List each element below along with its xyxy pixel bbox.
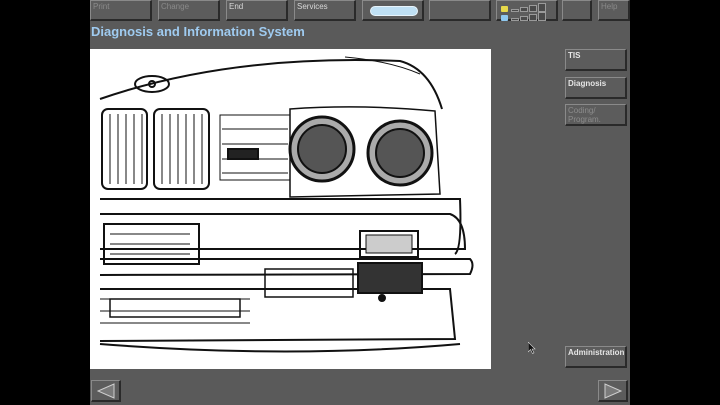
diagnosis-button[interactable]: Diagnosis [565,77,627,99]
status-indicator-slot [362,0,424,21]
forward-button[interactable] [598,380,628,402]
back-arrow-icon [96,383,115,399]
status-pill-icon [370,6,418,16]
forward-arrow-icon [604,383,623,399]
administration-button[interactable]: Administration [565,346,627,368]
coding-program-button[interactable]: Coding/ Program. [565,104,627,126]
car-front-image [90,49,491,369]
empty-toolbar-slot [562,0,592,21]
tis-button[interactable]: TIS [565,49,627,71]
mouse-cursor-icon [528,342,536,354]
end-button[interactable]: End [226,0,288,21]
print-button[interactable]: Print [90,0,152,21]
services-button[interactable]: Services [294,0,356,21]
battery-indicator-icon [501,3,546,12]
change-button[interactable]: Change [158,0,220,21]
dis-screen: Print Change End Services Help Diagnosis… [90,0,630,405]
back-button[interactable] [91,380,121,402]
empty-toolbar-slot [429,0,491,21]
car-front-sketch [99,56,474,353]
battery-connection-indicator [496,0,558,21]
help-button[interactable]: Help [598,0,630,21]
connection-indicator-icon [501,12,546,21]
page-title: Diagnosis and Information System [91,24,305,39]
